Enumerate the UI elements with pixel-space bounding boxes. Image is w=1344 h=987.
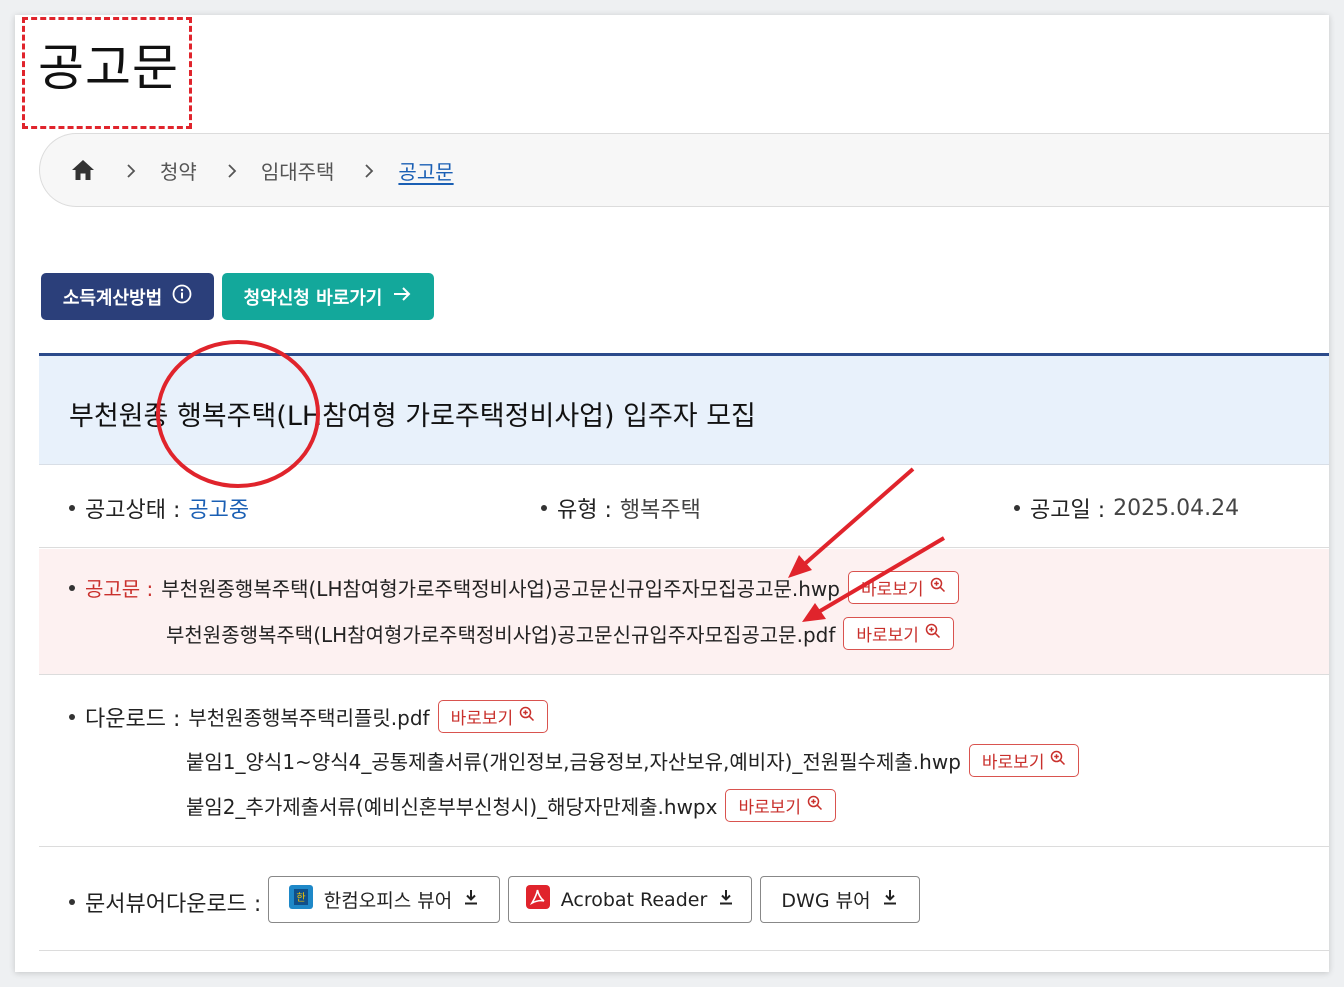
chevron-right-icon <box>225 163 239 178</box>
dwg-viewer-label: DWG 뷰어 <box>781 890 871 912</box>
view-button-label: 바로보기 <box>450 709 514 729</box>
date-item: 공고일 : 2025.04.24 <box>1014 492 1239 524</box>
bullet <box>69 584 75 591</box>
view-button[interactable]: 바로보기 <box>843 617 954 650</box>
download-line: 붙임1_양식1~양식4_공통제출서류(개인정보,금융정보,자산보유,예비자)_전… <box>186 744 1080 777</box>
apply-shortcut-label: 청약신청 바로가기 <box>243 287 383 309</box>
chevron-right-icon <box>124 163 138 178</box>
bullet <box>69 899 75 905</box>
bullet <box>69 713 75 720</box>
notice-header: 부천원종 행복주택(LH참여형 가로주택정비사업) 입주자 모집 <box>39 353 1329 465</box>
status-label: 공고상태 : <box>85 498 181 523</box>
viewers-label: 문서뷰어다운로드 : <box>85 892 262 917</box>
view-button[interactable]: 바로보기 <box>847 571 959 604</box>
notice-file-line: 부천원종행복주택(LH참여형가로주택정비사업)공고문신규입주자모집공고문.pdf… <box>166 617 954 650</box>
breadcrumb-item-subscription[interactable]: 청약 <box>160 156 197 185</box>
notice-file-line: 공고문 : 부천원종행복주택(LH참여형가로주택정비사업)공고문신규입주자모집공… <box>69 571 959 604</box>
view-button[interactable]: 바로보기 <box>725 789 837 822</box>
zoom-in-icon <box>925 623 941 644</box>
type-value: 행복주택 <box>619 498 701 523</box>
viewers-row: 문서뷰어다운로드 : 한 한컴오피스 뷰어 Acrobat Reader DWG… <box>39 848 1329 951</box>
arrow-right-icon <box>392 286 412 307</box>
downloads-label: 다운로드 : <box>85 706 181 732</box>
bullet <box>69 505 75 511</box>
acrobat-icon <box>525 884 551 915</box>
viewers-label-line: 문서뷰어다운로드 : <box>69 886 261 918</box>
svg-text:한: 한 <box>296 892 305 904</box>
download-icon <box>462 888 480 911</box>
download-icon <box>717 888 735 911</box>
notice-info-row: 공고상태 : 공고중 유형 : 행복주택 공고일 : 2025.04.24 <box>39 466 1329 548</box>
type-label: 유형 : <box>557 498 612 523</box>
date-label: 공고일 : <box>1030 498 1106 523</box>
acrobat-reader-label: Acrobat Reader <box>560 888 708 911</box>
hancom-viewer-button[interactable]: 한 한컴오피스 뷰어 <box>268 876 500 923</box>
zoom-in-icon <box>930 577 946 598</box>
downloads-row: 다운로드 : 부천원종행복주택리플릿.pdf 바로보기 붙임1_양식1~양식4_… <box>39 676 1329 847</box>
zoom-in-icon <box>807 795 823 816</box>
download-file-attachment-1[interactable]: 붙임1_양식1~양식4_공통제출서류(개인정보,금융정보,자산보유,예비자)_전… <box>186 746 961 775</box>
hancom-office-icon: 한 <box>288 884 314 915</box>
view-button[interactable]: 바로보기 <box>968 744 1080 777</box>
date-value: 2025.04.24 <box>1113 495 1240 521</box>
income-calculation-label: 소득계산방법 <box>62 287 163 309</box>
status-value: 공고중 <box>188 498 250 523</box>
zoom-in-icon <box>519 706 535 727</box>
apply-shortcut-button[interactable]: 청약신청 바로가기 <box>222 273 434 320</box>
dwg-viewer-button[interactable]: DWG 뷰어 <box>760 876 920 923</box>
info-icon <box>172 284 192 309</box>
bullet <box>541 505 547 511</box>
page-title: 공고문 <box>38 39 179 97</box>
home-icon[interactable] <box>70 158 96 182</box>
income-calculation-button[interactable]: 소득계산방법 <box>41 273 214 320</box>
download-icon <box>881 888 899 911</box>
notice-files-row: 공고문 : 부천원종행복주택(LH참여형가로주택정비사업)공고문신규입주자모집공… <box>39 549 1329 675</box>
download-file-attachment-2[interactable]: 붙임2_추가제출서류(예비신혼부부신청시)_해당자만제출.hwpx <box>186 791 717 820</box>
download-line: 붙임2_추가제출서류(예비신혼부부신청시)_해당자만제출.hwpx 바로보기 <box>186 789 837 822</box>
zoom-in-icon <box>1050 750 1066 771</box>
download-line: 다운로드 : 부천원종행복주택리플릿.pdf 바로보기 <box>69 700 549 733</box>
breadcrumb: 청약 임대주택 공고문 <box>39 133 1329 207</box>
chevron-right-icon <box>362 163 376 178</box>
notice-title: 부천원종 행복주택(LH참여형 가로주택정비사업) 입주자 모집 <box>69 401 756 432</box>
view-button-label: 바로보기 <box>738 798 802 818</box>
view-button-label: 바로보기 <box>860 580 924 600</box>
bullet <box>1014 505 1020 511</box>
acrobat-reader-button[interactable]: Acrobat Reader <box>508 876 752 923</box>
notice-files-label: 공고문 : <box>85 577 154 601</box>
hancom-viewer-label: 한컴오피스 뷰어 <box>323 890 453 912</box>
breadcrumb-item-rental-housing[interactable]: 임대주택 <box>261 156 335 185</box>
view-button[interactable]: 바로보기 <box>437 700 549 733</box>
status-item: 공고상태 : 공고중 <box>69 492 249 524</box>
view-button-label: 바로보기 <box>856 626 919 646</box>
notice-file-hwp[interactable]: 부천원종행복주택(LH참여형가로주택정비사업)공고문신규입주자모집공고문.hwp <box>161 573 840 602</box>
download-file-leaflet[interactable]: 부천원종행복주택리플릿.pdf <box>188 702 429 731</box>
view-button-label: 바로보기 <box>981 753 1045 773</box>
type-item: 유형 : 행복주택 <box>541 492 701 524</box>
breadcrumb-current[interactable]: 공고문 <box>398 156 453 185</box>
notice-file-pdf[interactable]: 부천원종행복주택(LH참여형가로주택정비사업)공고문신규입주자모집공고문.pdf <box>166 619 835 648</box>
